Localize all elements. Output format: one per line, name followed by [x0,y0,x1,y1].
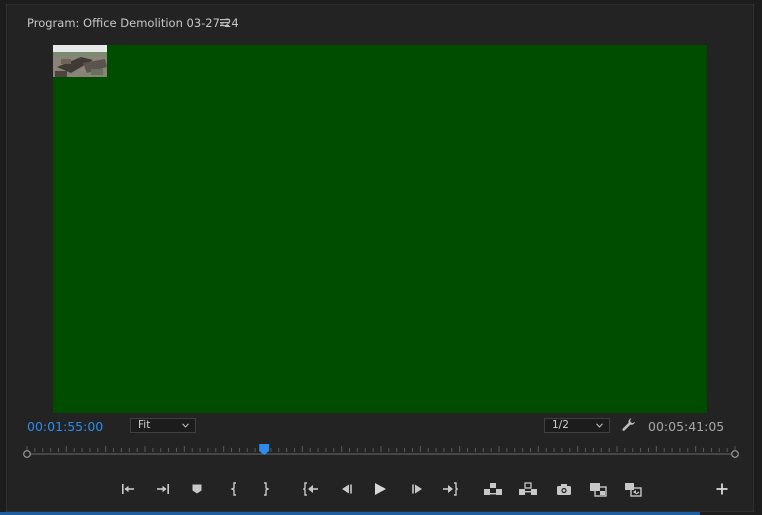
step-forward-icon [411,484,422,494]
mark-in-icon [121,484,134,494]
chevron-down-icon [182,423,189,428]
aerial-site-thumbnail [53,45,107,77]
step-back-to-in-icon [303,482,318,496]
export-frame-button[interactable] [553,478,575,500]
comparison-view-button[interactable] [587,478,609,500]
add-button[interactable] [711,478,733,500]
step-forward-to-out-icon [443,482,458,496]
play-icon [375,483,386,495]
zoom-level-value: Fit [138,419,151,431]
extract-icon [519,482,537,495]
step-back-button[interactable] [335,478,357,500]
export-frame-icon [557,483,571,495]
wrench-icon[interactable] [621,417,636,432]
toggle-proxies-button[interactable] [622,478,644,500]
chevron-down-icon [596,423,603,428]
step-back-to-in-button[interactable] [300,478,322,500]
step-forward-to-out-button[interactable] [439,478,461,500]
out-point-handle[interactable] [731,450,739,458]
go-to-in-icon [230,482,236,496]
panel-title[interactable]: Program: Office Demolition 03-27-24 [27,16,239,30]
go-to-out-icon [264,482,270,496]
hamburger-icon[interactable] [220,18,229,27]
zoom-level-dropdown[interactable]: Fit [130,418,196,433]
add-marker-button[interactable] [186,478,208,500]
go-to-in-button[interactable] [223,478,245,500]
play-button[interactable] [369,478,391,500]
mark-out-button[interactable] [151,478,173,500]
timeline-ruler[interactable] [20,444,740,460]
ruler-ticks [26,446,736,452]
mark-out-icon [156,484,169,494]
toggle-proxies-icon [625,482,642,497]
playhead-marker[interactable] [259,444,270,455]
add-marker-icon [192,484,202,494]
go-to-out-button[interactable] [255,478,277,500]
program-viewer-frame[interactable] [53,45,707,413]
step-forward-button[interactable] [406,478,428,500]
lift-button[interactable] [482,478,504,500]
comparison-view-icon [590,482,607,497]
lift-icon [484,483,502,495]
playback-resolution-value: 1/2 [552,419,569,431]
playback-resolution-dropdown[interactable]: 1/2 [544,418,610,433]
in-point-handle[interactable] [23,450,31,458]
current-timecode[interactable]: 00:01:55:00 [27,419,103,434]
transport-controls [0,478,762,502]
extract-button[interactable] [517,478,539,500]
step-back-icon [341,484,352,494]
sequence-duration: 00:05:41:05 [648,419,725,434]
mark-in-button[interactable] [117,478,139,500]
add-button-icon [716,483,728,495]
